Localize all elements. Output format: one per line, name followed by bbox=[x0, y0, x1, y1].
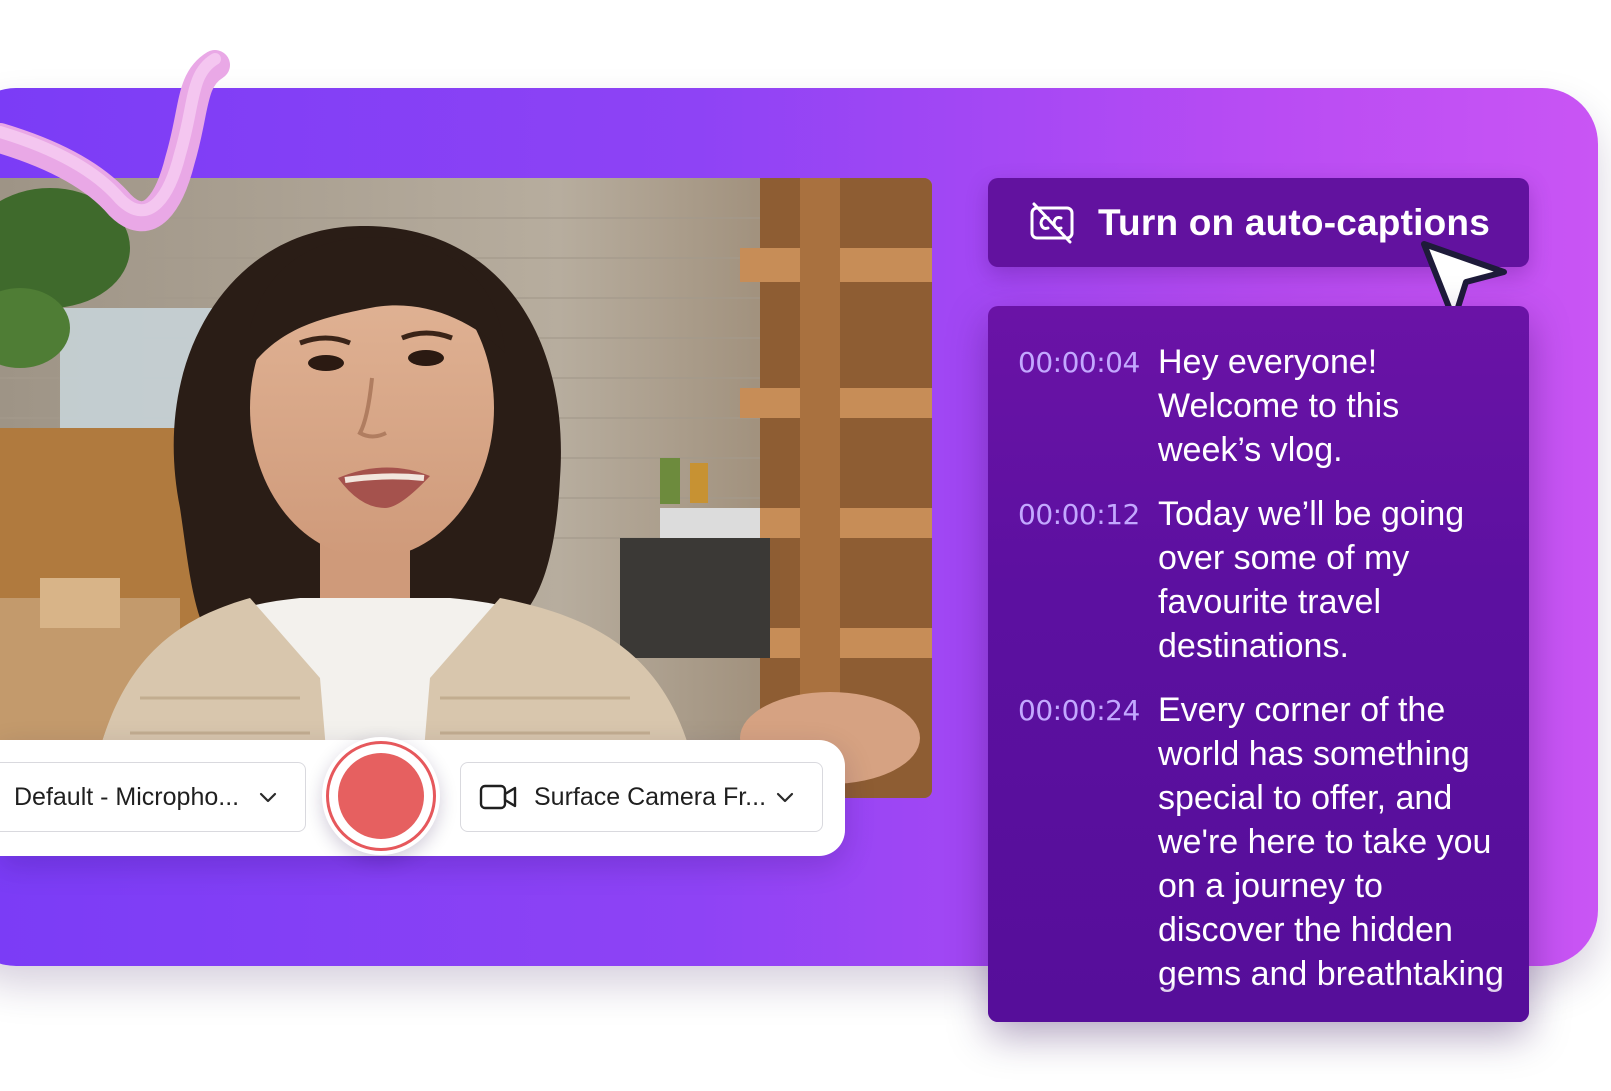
timestamp: 00:00:24 bbox=[1018, 694, 1140, 727]
microphone-selected: Default - Micropho... bbox=[14, 782, 240, 811]
record-button[interactable] bbox=[322, 737, 440, 855]
video-camera-icon bbox=[479, 784, 517, 810]
auto-captions-label: Turn on auto-captions bbox=[1098, 201, 1490, 243]
timestamp: 00:00:04 bbox=[1018, 346, 1140, 379]
chevron-down-icon bbox=[776, 792, 794, 803]
transcript-entry[interactable]: 00:00:24 Every corner of the world has s… bbox=[1018, 688, 1509, 996]
webcam-frame-illustration bbox=[0, 178, 932, 798]
closed-captions-off-icon bbox=[1030, 202, 1074, 243]
microphone-dropdown[interactable]: Default - Micropho... bbox=[0, 762, 306, 832]
decorative-ribbon bbox=[0, 50, 230, 232]
video-preview bbox=[0, 178, 932, 798]
app-stage: Default - Micropho... Surface Camera Fr.… bbox=[0, 0, 1611, 1091]
chevron-down-icon bbox=[259, 792, 277, 803]
camera-selected: Surface Camera Fr... bbox=[534, 782, 767, 811]
caption-text: Today we’ll be going over some of my fav… bbox=[1158, 495, 1465, 665]
caption-text: Every corner of the world has something … bbox=[1158, 691, 1504, 993]
timestamp: 00:00:12 bbox=[1018, 498, 1140, 531]
scroll-fade bbox=[988, 982, 1529, 1022]
transcript-list: 00:00:04 Hey everyone! Welcome to this w… bbox=[1018, 340, 1509, 1016]
transcript-entry[interactable]: 00:00:12 Today we’ll be going over some … bbox=[1018, 492, 1509, 668]
camera-dropdown[interactable]: Surface Camera Fr... bbox=[460, 762, 823, 832]
record-icon bbox=[338, 753, 424, 839]
transcript-entry[interactable]: 00:00:04 Hey everyone! Welcome to this w… bbox=[1018, 340, 1509, 472]
caption-text: Hey everyone! Welcome to this week’s vlo… bbox=[1158, 343, 1400, 469]
transcript-panel[interactable]: 00:00:04 Hey everyone! Welcome to this w… bbox=[988, 306, 1529, 1022]
